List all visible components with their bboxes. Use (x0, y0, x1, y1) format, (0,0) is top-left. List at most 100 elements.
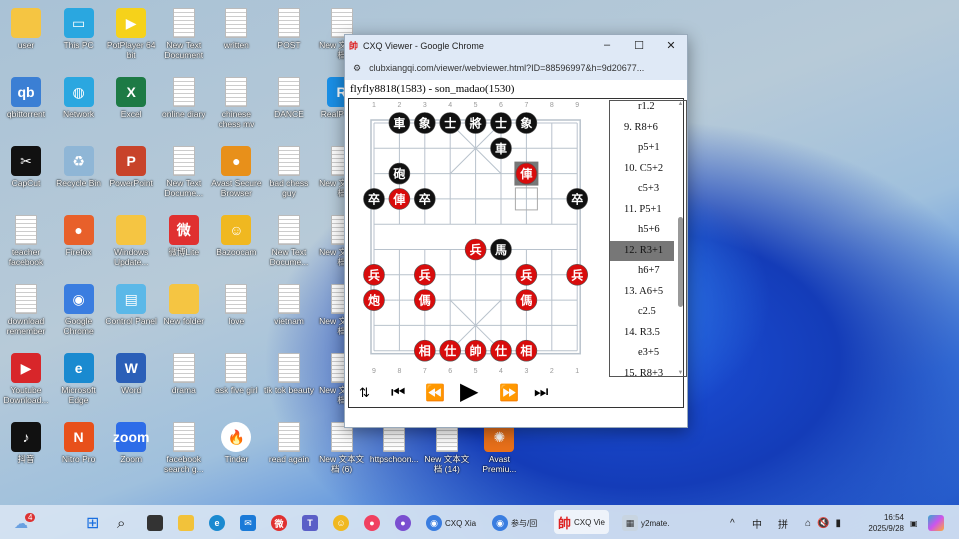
desktop-icon[interactable]: ☺ Bazoocam (210, 212, 262, 280)
desktop-icon[interactable]: httpschoon... (368, 419, 420, 487)
ime-pinyin[interactable]: 拼 (778, 513, 788, 533)
desktop-icon[interactable]: ▤ Control Panel (105, 281, 157, 349)
desktop-icon[interactable]: love (210, 281, 262, 349)
mail-icon[interactable]: ✉ (240, 513, 256, 533)
desktop-icon[interactable]: P PowerPoint (105, 143, 157, 211)
desktop-icon[interactable]: vietnam (263, 281, 315, 349)
desktop-icon[interactable]: online diary (158, 74, 210, 142)
site-info-icon[interactable]: ⚙ (353, 63, 361, 74)
close-button[interactable]: ✕ (655, 39, 687, 52)
flip-board-icon[interactable]: ⇅ (359, 385, 370, 401)
taskbar-app-chrome-2[interactable]: ◉ 参与/回 (492, 513, 537, 533)
desktop-icon[interactable]: New folder (158, 281, 210, 349)
desktop-icon[interactable]: download remember (0, 281, 52, 349)
desktop-icon[interactable]: DANCE (263, 74, 315, 142)
desktop-icon[interactable]: ▭ This PC (53, 5, 105, 73)
show-hidden-icons[interactable]: ^ (730, 513, 735, 533)
avast-taskbar-icon[interactable]: ● (395, 513, 411, 533)
desktop-icon[interactable]: New 文本文档 (14) (421, 419, 473, 487)
ime-mode[interactable]: 中 (752, 513, 762, 533)
taskbar-app-cxq-viewer[interactable]: 帥 CXQ Vie (554, 510, 609, 534)
desktop-icon[interactable]: ▶ PotPlayer 64 bit (105, 5, 157, 73)
scroll-down-icon[interactable]: ▼ (676, 370, 685, 376)
desktop-icon[interactable]: tik tok beauty (263, 350, 315, 418)
last-move-icon[interactable]: ⏭ (534, 384, 548, 402)
move-item[interactable]: h6+7 (610, 261, 686, 282)
move-item[interactable]: 15. R8+3 (610, 364, 686, 377)
move-item[interactable]: e3+5 (610, 343, 686, 364)
tinder-taskbar-icon[interactable]: ● (364, 513, 380, 533)
task-view-icon[interactable] (147, 513, 163, 533)
desktop-icon[interactable]: ♻ Recycle Bin (53, 143, 105, 211)
scrollbar[interactable]: ▲ ▼ (676, 101, 685, 376)
clock[interactable]: 16:54 2025/9/28 (862, 512, 904, 534)
desktop-icon[interactable]: written (210, 5, 262, 73)
move-item[interactable]: 13. A6+5 (610, 282, 686, 303)
desktop-icon[interactable]: user (0, 5, 52, 73)
desktop-icon[interactable]: e Microsoft Edge (53, 350, 105, 418)
desktop-icon[interactable]: ◍ Network (53, 74, 105, 142)
move-list[interactable]: r1.2 9. R8+6 p5+1 10. C5+2 c5+3 11. P5+1 h5+6 1… (609, 100, 687, 377)
desktop-icon[interactable]: 🔥 Tinder (210, 419, 262, 487)
weather-widget[interactable]: ☁ 4 (14, 512, 36, 533)
desktop-icon[interactable]: X Excel (105, 74, 157, 142)
scroll-up-icon[interactable]: ▲ (676, 101, 685, 107)
desktop-icon[interactable]: POST (263, 5, 315, 73)
address-bar[interactable]: ⚙ clubxiangqi.com/viewer/webviewer.html?… (345, 56, 687, 80)
taskbar-app-chrome-1[interactable]: ◉ CXQ Xia (426, 513, 476, 533)
move-item[interactable]: c5+3 (610, 179, 686, 200)
desktop-icon[interactable]: New Text Document (158, 5, 210, 73)
maximize-button[interactable]: ☐ (623, 39, 655, 52)
move-item-selected[interactable]: 12. R3+1 (610, 240, 674, 261)
system-tray[interactable]: ⌂ 🔇 ▮ (805, 513, 841, 533)
desktop-icon[interactable]: ▶ Youtube Download... (0, 350, 52, 418)
desktop-icon[interactable]: ● Firefox (53, 212, 105, 280)
move-item[interactable]: 11. P5+1 (610, 200, 686, 221)
desktop-icon[interactable]: New Text Docume... (158, 143, 210, 211)
search-icon[interactable]: ⌕ (117, 513, 125, 533)
bazoocam-taskbar-icon[interactable]: ☺ (333, 513, 349, 533)
move-item[interactable]: r1.2 (610, 101, 686, 118)
desktop-icon[interactable]: drama (158, 350, 210, 418)
file-explorer-icon[interactable] (178, 513, 194, 533)
copilot-icon[interactable] (928, 513, 944, 533)
move-item[interactable]: 10. C5+2 (610, 159, 686, 180)
desktop-icon[interactable]: N Nitro Pro (53, 419, 105, 487)
desktop-icon[interactable]: 微微博Lite (158, 212, 210, 280)
next-move-icon[interactable]: ⏩ (499, 383, 519, 403)
desktop-icon[interactable]: qb qbittorrent (0, 74, 52, 142)
first-move-icon[interactable]: ⏮ (391, 384, 405, 402)
start-button[interactable]: ⊞ (86, 513, 99, 533)
move-item[interactable]: c2.5 (610, 302, 686, 323)
desktop-icon[interactable]: facebook search g... (158, 419, 210, 487)
desktop-icon[interactable]: bad chess guy (263, 143, 315, 211)
taskbar-app-y2mate[interactable]: ▦ y2mate. (622, 513, 669, 533)
desktop-icon[interactable]: W Word (105, 350, 157, 418)
desktop-icon[interactable]: ● Avast Secure Browser (210, 143, 262, 211)
desktop-icon[interactable]: Windows Update... (105, 212, 157, 280)
desktop-icon[interactable]: ask five girl (210, 350, 262, 418)
desktop-icon[interactable]: ◉ Google Chrome (53, 281, 105, 349)
desktop-icon[interactable]: New Text Docume... (263, 212, 315, 280)
desktop-icon[interactable]: ✂ CapCut (0, 143, 52, 211)
desktop-icon[interactable]: ♪ 抖音 (0, 419, 52, 487)
scroll-thumb[interactable] (678, 217, 683, 307)
weibo-taskbar-icon[interactable]: 微 (271, 513, 287, 533)
move-item[interactable]: 9. R8+6 (610, 118, 686, 139)
teams-icon[interactable]: T (302, 513, 318, 533)
desktop-icon[interactable]: New 文本文档 (6) (316, 419, 368, 487)
move-item[interactable]: h5+6 (610, 220, 686, 241)
desktop-icon[interactable]: teacher facebook (0, 212, 52, 280)
move-item[interactable]: 14. R3.5 (610, 323, 686, 344)
desktop-icon[interactable]: zoom Zoom (105, 419, 157, 487)
desktop-icon[interactable]: read again (263, 419, 315, 487)
previous-move-icon[interactable]: ⏪ (425, 383, 445, 403)
move-item[interactable]: p5+1 (610, 138, 686, 159)
notification-icon[interactable]: ▣ (910, 513, 918, 533)
play-icon[interactable]: ▶ (460, 377, 478, 406)
edge-taskbar-icon[interactable]: e (209, 513, 225, 533)
xiangqi-board[interactable]: 1 2 3 4 5 6 7 8 99 8 7 6 5 4 3 2 1車象士將士象車砲卒卒卒馬俥俥兵兵兵兵兵炮傌傌… (349, 99, 607, 377)
minimize-button[interactable]: – (591, 39, 623, 52)
desktop-icon[interactable]: ✺ Avast Premiu... (473, 419, 525, 487)
desktop-icon[interactable]: chinese chess mv (210, 74, 262, 142)
